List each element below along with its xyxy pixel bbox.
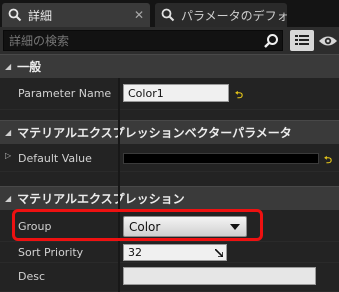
collapse-arrow-icon: ◢ — [5, 128, 12, 137]
tab-details-label: 詳細 — [28, 8, 53, 23]
category-material-expression[interactable]: ◢ マテリアルエクスプレッション — [0, 186, 339, 210]
parameter-name-label: Parameter Name — [18, 87, 112, 100]
parameter-name-field[interactable]: Color1 — [123, 84, 229, 102]
category-material-expression-label: マテリアルエクスプレッション — [17, 192, 185, 206]
magnifier-icon — [161, 8, 175, 22]
sort-priority-field[interactable]: 32 — [123, 244, 227, 261]
sort-priority-label: Sort Priority — [18, 246, 84, 259]
search-icon[interactable] — [263, 33, 279, 49]
reset-to-default-icon[interactable]: ⮌ — [235, 88, 243, 105]
eye-icon[interactable] — [318, 33, 338, 49]
view-options-icon — [295, 35, 309, 45]
default-value-label: Default Value — [18, 152, 92, 165]
sort-priority-value: 32 — [128, 246, 142, 259]
tab-parameter-defaults-label: パラメータのデフォル — [181, 8, 287, 23]
category-general-label: 一般 — [17, 60, 42, 74]
desc-label: Desc — [18, 270, 46, 283]
tab-details[interactable]: 詳細 ✕ — [2, 3, 150, 27]
category-vector-parameter[interactable]: ◢ マテリアルエクスプレッションベクターパラメータ — [0, 120, 339, 144]
highlight-annotation — [12, 209, 263, 241]
close-icon[interactable]: ✕ — [134, 8, 144, 22]
category-vector-parameter-label: マテリアルエクスプレッションベクターパラメータ — [17, 126, 292, 140]
toolbar — [0, 27, 339, 54]
tab-parameter-defaults[interactable]: パラメータのデフォル — [155, 3, 287, 27]
category-general[interactable]: ◢ 一般 — [0, 54, 339, 78]
column-divider[interactable] — [118, 78, 120, 292]
search-box[interactable] — [3, 30, 283, 51]
reset-to-default-icon[interactable]: ⮌ — [324, 153, 332, 170]
desc-field[interactable] — [123, 267, 316, 285]
default-value-color-swatch[interactable] — [123, 153, 319, 164]
tab-bar: 詳細 ✕ パラメータのデフォル — [0, 0, 339, 27]
view-options-button[interactable] — [290, 30, 314, 51]
search-input[interactable] — [4, 31, 259, 50]
details-icon — [8, 8, 22, 22]
spin-drag-icon[interactable] — [215, 249, 223, 257]
collapse-arrow-icon: ◢ — [5, 194, 12, 203]
collapse-arrow-icon: ◢ — [5, 62, 12, 71]
expand-arrow-icon[interactable]: ▷ — [5, 151, 11, 160]
